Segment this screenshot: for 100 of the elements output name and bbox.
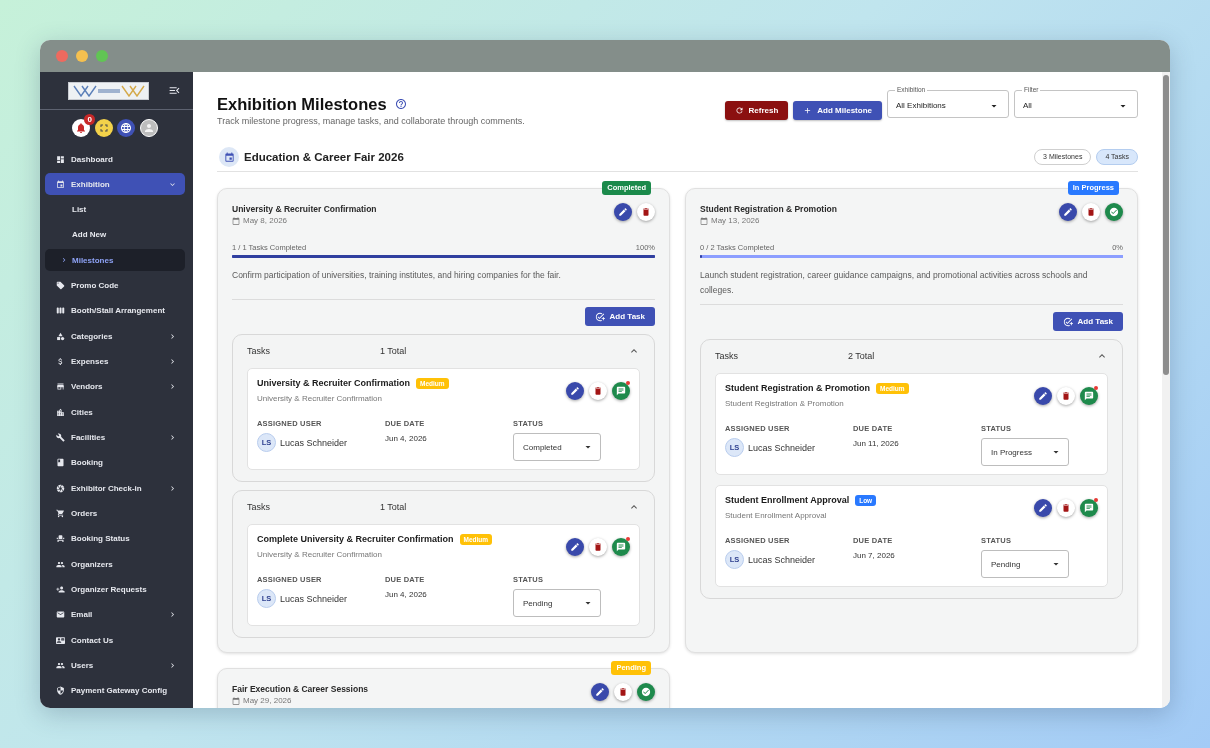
panel-title: Tasks <box>247 345 271 358</box>
status-select[interactable]: Pending <box>513 589 601 617</box>
chevron-right-icon <box>60 256 68 265</box>
city-icon <box>56 407 65 417</box>
sidebar-subitem[interactable]: Milestones <box>45 249 185 272</box>
edit-button[interactable] <box>1034 387 1052 405</box>
calendar-icon <box>56 179 65 189</box>
chat-icon <box>1084 391 1094 401</box>
wrench-icon <box>56 433 65 443</box>
edit-button[interactable] <box>591 683 609 701</box>
sidebar-subitem[interactable]: Add New <box>45 224 185 246</box>
milestone-description: Confirm participation of universities, training institutes, and hiring companies for the fair. <box>232 269 562 282</box>
delete-button[interactable] <box>589 382 607 400</box>
refresh-button[interactable]: Refresh <box>724 101 789 120</box>
status-select[interactable]: In Progress <box>981 438 1069 466</box>
complete-button[interactable] <box>1105 203 1123 221</box>
pencil-icon <box>595 687 605 697</box>
store-icon <box>56 382 65 392</box>
trash-icon <box>641 207 651 217</box>
help-icon[interactable] <box>394 98 407 110</box>
profile-button[interactable] <box>139 118 158 137</box>
task-title: University & Recruiter Confirmation <box>257 377 411 389</box>
person-icon <box>142 121 155 134</box>
comments-button[interactable] <box>612 382 630 400</box>
trash-icon <box>593 542 603 552</box>
sidebar-item[interactable]: Vendors <box>45 375 185 398</box>
sidebar-item[interactable]: Organizers <box>45 553 185 576</box>
edit-button[interactable] <box>566 538 584 556</box>
tag-icon <box>56 281 65 291</box>
menu-button[interactable] <box>168 84 181 97</box>
trash-icon <box>618 687 628 697</box>
delete-button[interactable] <box>1082 203 1100 221</box>
add-milestone-button[interactable]: Add Milestone <box>793 101 882 120</box>
sidebar-item[interactable]: Exhibition <box>45 173 185 196</box>
add-task-icon <box>1062 316 1073 327</box>
panel-title: Tasks <box>715 350 739 363</box>
pencil-icon <box>570 386 580 396</box>
task-count: 1 Total <box>380 345 408 358</box>
refresh-icon <box>734 106 744 115</box>
comments-button[interactable] <box>612 538 630 556</box>
sidebar-item[interactable]: Contact Us <box>45 629 185 652</box>
sidebar-item[interactable]: Booking Status <box>45 527 185 550</box>
add-task-button[interactable]: Add Task <box>584 307 655 326</box>
columns-icon <box>56 306 65 316</box>
edit-button[interactable] <box>614 203 632 221</box>
globe-icon <box>120 121 133 134</box>
task-title: Complete University & Recruiter Confirmation <box>257 533 454 545</box>
sidebar-item[interactable]: Dashboard <box>45 148 185 170</box>
sidebar-item[interactable]: Booking <box>45 451 185 474</box>
sidebar-item[interactable]: Categories <box>45 325 185 348</box>
edit-button[interactable] <box>566 382 584 400</box>
task-subtitle: University & Recruiter Confirmation <box>257 393 383 405</box>
due-date: Jun 4, 2026 <box>385 433 427 445</box>
sidebar-item[interactable]: Organizer Requests <box>45 578 185 601</box>
delete-button[interactable] <box>614 683 632 701</box>
fullscreen-button[interactable] <box>94 118 113 137</box>
chat-icon <box>1084 503 1094 513</box>
sidebar-item[interactable]: Facilities <box>45 426 185 449</box>
scrollbar[interactable] <box>1162 72 1170 708</box>
aperture-icon <box>56 483 65 493</box>
due-date: Jun 7, 2026 <box>853 550 895 562</box>
milestone-description: Launch student registration, career guidance campaigns, and promotional activities across schools and colleges. <box>700 269 1089 297</box>
sidebar-item[interactable]: Promo Code <box>45 274 185 297</box>
delete-button[interactable] <box>1057 499 1075 517</box>
comments-button[interactable] <box>1080 387 1098 405</box>
status-select[interactable]: Completed <box>513 433 601 461</box>
edit-button[interactable] <box>1034 499 1052 517</box>
status-select[interactable]: Pending <box>981 550 1069 578</box>
milestone-date: May 13, 2026 <box>711 216 760 226</box>
sidebar-item[interactable]: Cities <box>45 401 185 424</box>
pencil-icon <box>570 542 580 552</box>
plus-icon <box>803 106 813 115</box>
milestone-title: Student Registration & Promotion <box>700 203 837 216</box>
contact-card-icon <box>56 635 65 645</box>
chat-icon <box>616 386 626 396</box>
sidebar-subitem[interactable]: List <box>45 198 185 221</box>
delete-button[interactable] <box>637 203 655 221</box>
add-task-button[interactable]: Add Task <box>1052 312 1123 331</box>
language-button[interactable] <box>117 118 136 137</box>
comments-button[interactable] <box>1080 499 1098 517</box>
delete-button[interactable] <box>589 538 607 556</box>
delete-button[interactable] <box>1057 387 1075 405</box>
sidebar-item[interactable]: Users <box>45 654 185 677</box>
sidebar-item[interactable]: Payment Gateway Config <box>45 679 185 702</box>
sidebar-item[interactable]: Booth/Stall Arrangement <box>45 299 185 322</box>
sidebar-item[interactable]: Orders <box>45 502 185 525</box>
bell-icon <box>75 121 88 134</box>
due-date: Jun 11, 2026 <box>853 438 899 450</box>
task-subtitle: Student Registration & Promotion <box>725 398 845 410</box>
trash-icon <box>593 386 603 396</box>
user-name: Lucas Schneider <box>748 554 816 565</box>
sidebar-item[interactable]: Expenses <box>45 350 185 373</box>
person-add-icon <box>56 585 65 595</box>
sidebar-item[interactable]: Exhibitor Check-in <box>45 477 185 500</box>
edit-button[interactable] <box>1059 203 1077 221</box>
pencil-icon <box>1038 391 1048 401</box>
task-subtitle: Student Enrollment Approval <box>725 510 828 522</box>
sidebar-item[interactable]: Email <box>45 603 185 626</box>
complete-button[interactable] <box>637 683 655 701</box>
task-count: 2 Total <box>848 350 876 363</box>
